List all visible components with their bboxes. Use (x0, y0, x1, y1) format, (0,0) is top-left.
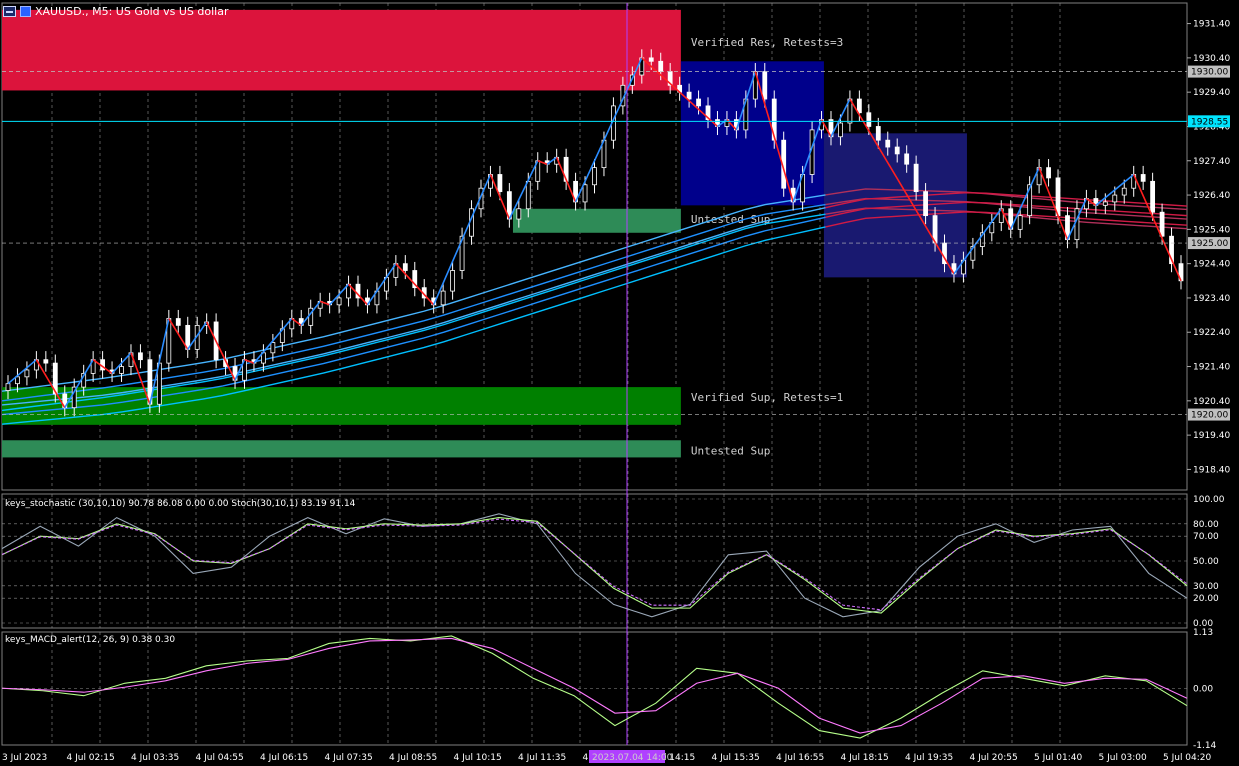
macd-axis-2: -1.14 (1193, 741, 1217, 751)
macd-title: keys_MACD_alert(12, 26, 9) 0.38 0.30 (5, 635, 175, 645)
candle-42 (402, 263, 408, 271)
chart-canvas[interactable]: Verified Res, Retests=3 Untested Sup Verif… (0, 0, 1239, 766)
panel-frame-3 (1, 631, 1188, 746)
candle-121 (1150, 180, 1156, 213)
price-tick-label-8: 1923.40 (1193, 294, 1230, 304)
price-tag-1: 1928.55 (1191, 117, 1228, 127)
candle-2 (24, 369, 30, 378)
candle-120 (1140, 174, 1146, 182)
candle-122 (1159, 211, 1165, 237)
time-label-0: 3 Jul 2023 (2, 753, 47, 763)
time-label-4: 4 Jul 06:15 (260, 753, 308, 763)
price-tick-label-6: 1925.40 (1193, 225, 1230, 235)
time-label-7: 4 Jul 10:15 (454, 753, 502, 763)
candle-46 (440, 290, 446, 306)
candle-97 (923, 191, 928, 217)
candle-91 (866, 112, 872, 127)
time-label-16: 5 Jul 01:40 (1034, 753, 1083, 763)
candle-90 (856, 98, 862, 114)
candle-14 (138, 352, 143, 361)
candle-61 (582, 184, 588, 203)
candle-62 (592, 167, 597, 186)
chart-menu-icon[interactable] (3, 5, 16, 17)
price-tick-label-12: 1919.40 (1193, 431, 1230, 441)
candle-72 (686, 91, 692, 100)
candle-12 (119, 366, 124, 374)
price-tick-label-9: 1922.40 (1193, 328, 1230, 338)
candle-107 (1017, 215, 1023, 230)
candle-52 (497, 174, 503, 193)
price-tag-2: 1925.00 (1191, 239, 1228, 249)
time-label-1: 4 Jul 02:15 (67, 753, 115, 763)
time-label-12: 4 Jul 16:55 (776, 753, 824, 763)
stoch-axis-0: 100.00 (1193, 495, 1225, 505)
time-label-18: 5 Jul 04:20 (1163, 753, 1212, 763)
zone-label-2: Verified Sup, Retests=1 (691, 391, 843, 404)
candle-68 (648, 57, 654, 62)
macd-axis-1: 0.00 (1193, 684, 1213, 694)
stoch-axis-1: 80.00 (1193, 520, 1219, 530)
candle-116 (1102, 201, 1108, 206)
price-tick-label-11: 1920.40 (1193, 397, 1230, 407)
price-tag-3: 1920.00 (1191, 411, 1228, 421)
candle-110 (1046, 167, 1051, 179)
price-tick-label-13: 1918.40 (1193, 465, 1230, 475)
candle-28 (270, 342, 276, 354)
candle-94 (894, 146, 900, 155)
candle-113 (1074, 208, 1080, 241)
candle-93 (885, 139, 891, 148)
candle-95 (904, 153, 910, 165)
stoch-axis-2: 70.00 (1193, 532, 1219, 542)
trading-chart[interactable]: Verified Res, Retests=3 Untested Sup Verif… (0, 0, 1239, 766)
macd-axis-0: 1.13 (1193, 628, 1213, 638)
candle-117 (1112, 194, 1118, 203)
candle-69 (658, 60, 664, 72)
candle-0 (5, 383, 11, 391)
zone-label-0: Verified Res, Retests=3 (691, 36, 843, 49)
candle-80 (762, 71, 768, 100)
stoch-axis-4: 30.00 (1193, 582, 1219, 592)
time-label-6: 4 Jul 08:55 (389, 753, 437, 763)
zone-2 (2, 387, 681, 425)
price-tag-0: 1930.00 (1191, 68, 1228, 78)
price-tick-label-2: 1929.40 (1193, 88, 1230, 98)
price-tick-label-1: 1930.40 (1193, 54, 1230, 64)
time-label-3: 4 Jul 04:55 (196, 753, 244, 763)
time-label-5: 4 Jul 07:35 (325, 753, 373, 763)
stoch-title: keys_stochastic (30,10,10) 90.78 86.08 0… (5, 499, 356, 509)
time-label-11: 4 Jul 15:35 (712, 753, 760, 763)
time-label-2: 4 Jul 03:35 (131, 753, 179, 763)
candle-18 (175, 318, 181, 326)
time-label-15: 4 Jul 20:55 (970, 753, 1018, 763)
candle-96 (913, 163, 919, 193)
candle-88 (838, 122, 843, 138)
candle-118 (1121, 187, 1127, 196)
price-tick-label-5: 1926.40 (1193, 191, 1230, 201)
chart-title: XAUUSD., M5: US Gold vs US dollar (35, 4, 229, 18)
candle-35 (336, 297, 342, 306)
link-icon[interactable] (20, 5, 31, 17)
price-tick-label-7: 1924.40 (1193, 260, 1230, 270)
zone-1 (512, 208, 681, 233)
candle-47 (450, 270, 456, 292)
candle-73 (696, 98, 701, 107)
zone-3 (2, 440, 681, 458)
price-tick-label-4: 1927.40 (1193, 157, 1230, 167)
zone-0 (2, 9, 681, 91)
candle-4 (43, 359, 49, 364)
time-label-17: 5 Jul 03:00 (1099, 753, 1148, 763)
time-label-14: 4 Jul 19:35 (905, 753, 953, 763)
crosshair-time-label: 2023.07.04 14:00 (592, 753, 673, 763)
stoch-axis-3: 50.00 (1193, 557, 1219, 567)
stoch-axis-5: 20.00 (1193, 594, 1219, 604)
candle-55 (525, 180, 531, 210)
candle-92 (875, 126, 881, 141)
time-label-8: 4 Jul 11:35 (518, 753, 566, 763)
candle-54 (516, 208, 522, 220)
price-tick-label-10: 1921.40 (1193, 363, 1230, 373)
price-tick-label-0: 1931.40 (1193, 20, 1230, 30)
chart-header: XAUUSD., M5: US Gold vs US dollar (3, 3, 228, 19)
zone-label-3: Untested Sup (691, 444, 770, 457)
time-label-13: 4 Jul 18:15 (841, 753, 889, 763)
